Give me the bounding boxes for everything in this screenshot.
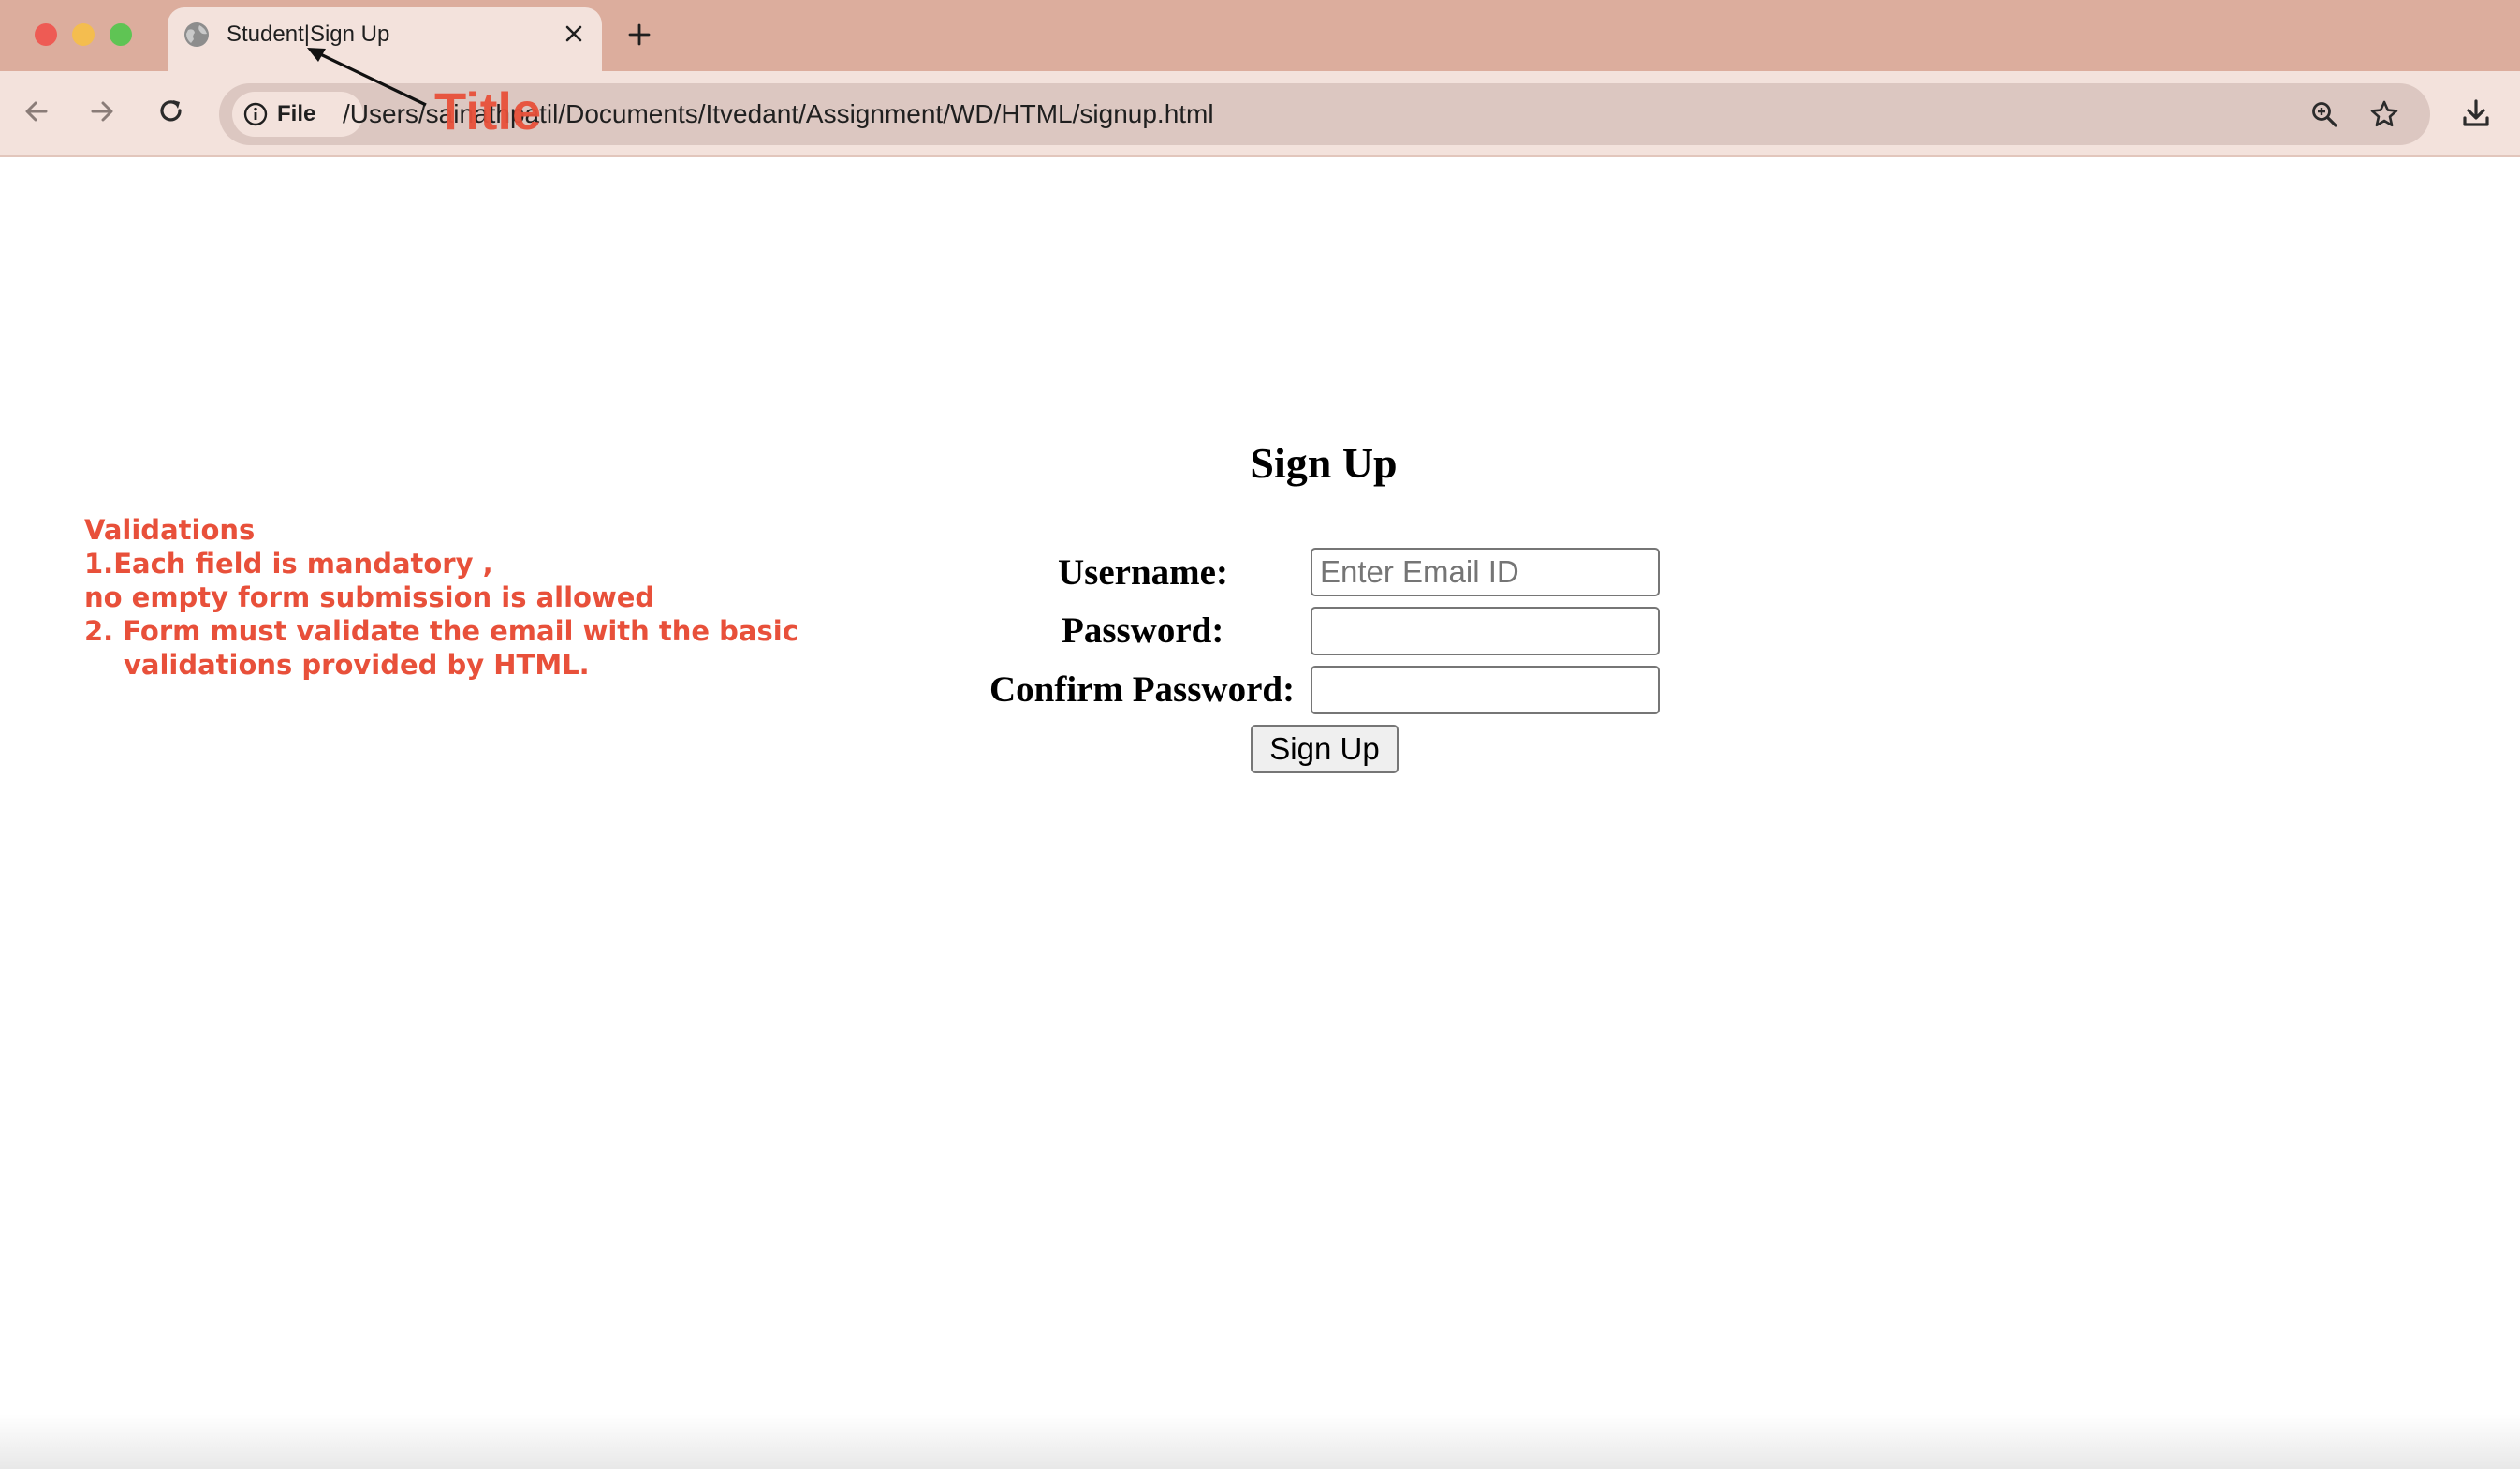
password-label: Password:	[1062, 610, 1224, 651]
address-bar[interactable]: File /Users/sainathpatil/Documents/Itved…	[219, 83, 2430, 145]
reload-icon[interactable]	[152, 92, 191, 131]
validation-rule: 2. Form must validate the email with the…	[84, 615, 798, 647]
confirm-password-label: Confirm Password:	[989, 669, 1296, 710]
maximize-window-button[interactable]	[110, 23, 132, 46]
zoom-icon[interactable]	[2307, 96, 2342, 132]
info-icon	[243, 102, 268, 126]
validation-rule: no empty form submission is allowed	[84, 581, 655, 613]
back-arrow-icon[interactable]	[17, 92, 56, 131]
forward-arrow-icon[interactable]	[82, 92, 122, 131]
validation-rule: validations provided by HTML.	[124, 649, 590, 681]
download-icon[interactable]	[2456, 94, 2496, 133]
validations-note: Validations 1.Each field is mandatory , …	[84, 513, 927, 682]
new-tab-icon[interactable]	[622, 17, 657, 52]
close-window-button[interactable]	[35, 23, 57, 46]
annotation-arrow	[307, 48, 427, 107]
username-label: Username:	[1058, 552, 1228, 593]
minimize-window-button[interactable]	[72, 23, 95, 46]
title-annotation: Title	[434, 81, 542, 140]
validation-rule: 1.Each field is mandatory ,	[84, 548, 493, 580]
sign-up-button[interactable]: Sign Up	[1251, 725, 1399, 773]
password-input[interactable]	[1311, 607, 1660, 655]
page-title: Sign Up	[1250, 439, 1398, 487]
bookmark-star-icon[interactable]	[2366, 96, 2402, 132]
validations-heading: Validations	[84, 514, 256, 546]
globe-icon	[184, 22, 209, 47]
window-shadow	[0, 1414, 2520, 1469]
confirm-password-input[interactable]	[1311, 666, 1660, 714]
username-input[interactable]	[1311, 548, 1660, 596]
close-tab-icon[interactable]	[559, 19, 589, 49]
